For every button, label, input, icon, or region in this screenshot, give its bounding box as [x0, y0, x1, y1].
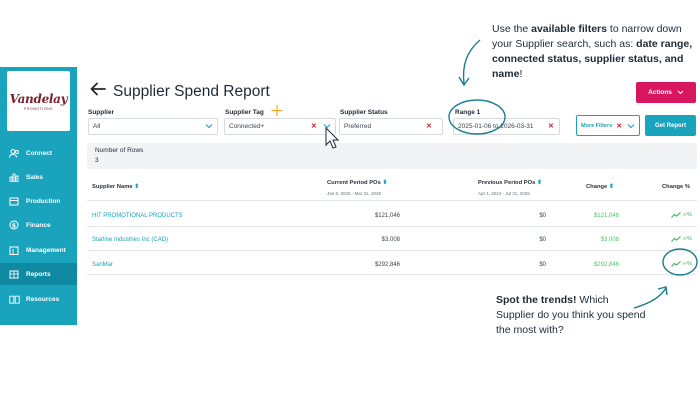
annotation-bold-text: available filters	[531, 23, 607, 35]
annotation-arrowhead-bottom	[657, 286, 668, 296]
annotation-arrow-top	[462, 39, 481, 85]
annotation-bottom: Spot the trends! Which Supplier do you t…	[496, 293, 646, 338]
range-highlight-circle	[448, 99, 506, 135]
mouse-cursor-icon	[325, 126, 340, 149]
annotation-bold-text: Spot the trends!	[496, 294, 577, 306]
sparkle-icon	[271, 105, 283, 116]
trend-highlight-circle	[662, 248, 698, 276]
annotation-top: Use the available filters to narrow down…	[492, 22, 697, 82]
annotation-text: Use the	[492, 23, 532, 35]
annotation-text: !	[519, 68, 523, 80]
